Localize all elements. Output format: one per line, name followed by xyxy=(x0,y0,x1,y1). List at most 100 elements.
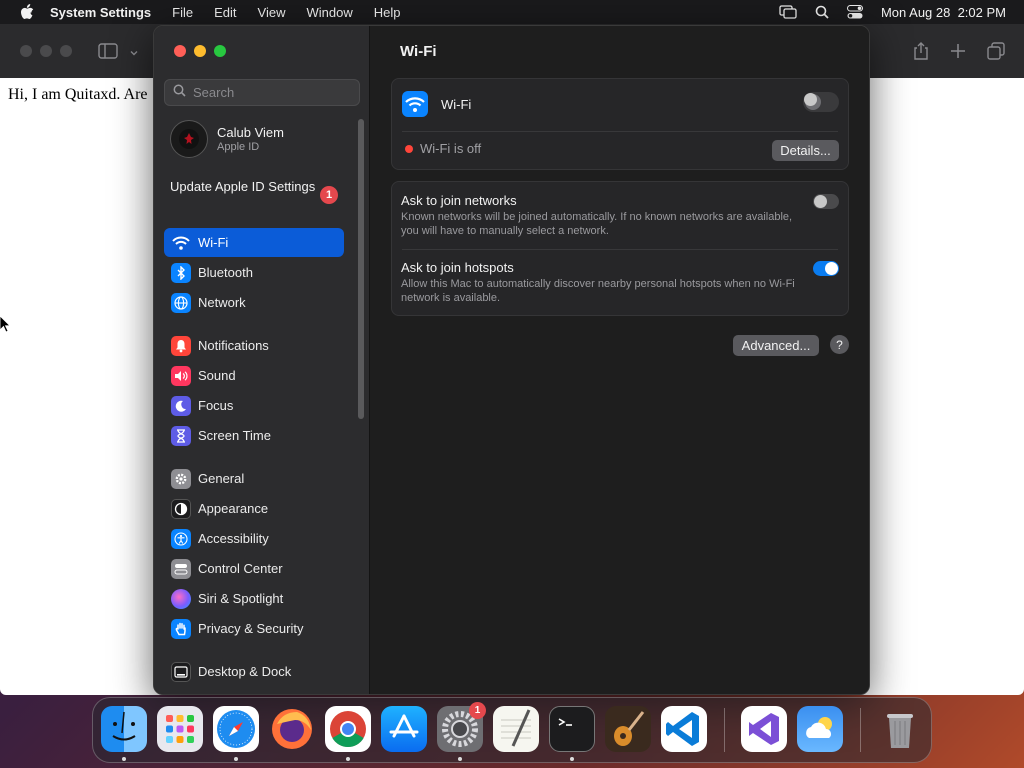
dock-separator xyxy=(860,708,861,752)
update-apple-id-settings[interactable]: Update Apple ID Settings xyxy=(170,179,338,195)
ask-hotspots-toggle[interactable] xyxy=(813,261,839,276)
siri-icon xyxy=(171,588,191,609)
menu-view[interactable]: View xyxy=(258,5,286,20)
system-settings-badge: 1 xyxy=(469,702,486,719)
screen-mirroring-icon[interactable] xyxy=(779,5,797,19)
textedit-icon[interactable] xyxy=(493,706,539,752)
sidebar-item-focus[interactable]: Focus xyxy=(164,391,344,420)
sidebar-item-label: Control Center xyxy=(198,561,283,576)
sidebar-item-desktop-dock[interactable]: Desktop & Dock xyxy=(164,657,344,686)
search-input[interactable] xyxy=(193,85,353,100)
menubar-clock[interactable]: Mon Aug 28 2:02 PM xyxy=(881,5,1006,20)
visual-studio-icon[interactable] xyxy=(741,706,787,752)
wifi-settings-pane: Wi-Fi Wi-Fi Wi-Fi is off Details... Ask … xyxy=(370,26,869,694)
sidebar-item-accessibility[interactable]: Accessibility xyxy=(164,524,344,553)
bluetooth-icon xyxy=(171,262,191,283)
sidebar-item-label: Wi-Fi xyxy=(198,235,229,250)
sidebar-item-notifications[interactable]: Notifications xyxy=(164,331,344,360)
sidebar-item-label: Sound xyxy=(198,368,236,383)
sidebar-item-appearance[interactable]: Appearance xyxy=(164,494,344,523)
minimize-button[interactable] xyxy=(194,45,206,57)
sidebar-item-network[interactable]: Network xyxy=(164,288,344,317)
running-indicator xyxy=(346,757,350,761)
account-subtitle: Apple ID xyxy=(217,141,260,153)
chevron-down-icon[interactable] xyxy=(129,45,139,63)
sidebar-item-privacy-security[interactable]: Privacy & Security xyxy=(164,614,344,643)
browser-close-button[interactable] xyxy=(20,45,32,57)
speaker-icon xyxy=(171,365,191,386)
search-icon xyxy=(173,84,186,102)
sidebar-item-label: Screen Time xyxy=(198,428,271,443)
ask-hotspots-title: Ask to join hotspots xyxy=(401,260,514,275)
chrome-icon[interactable] xyxy=(325,706,371,752)
control-center-icon[interactable] xyxy=(846,5,863,19)
sidebar-item-siri-spotlight[interactable]: Siri & Spotlight xyxy=(164,584,344,613)
control-center-icon xyxy=(171,558,191,579)
apple-icon[interactable] xyxy=(20,4,36,20)
sidebar-item-label: Bluetooth xyxy=(198,265,253,280)
sidebar-item-bluetooth[interactable]: Bluetooth xyxy=(164,258,344,287)
bell-icon xyxy=(171,335,191,356)
launchpad-icon[interactable] xyxy=(157,706,203,752)
hand-icon xyxy=(171,618,191,639)
gear-icon xyxy=(171,468,191,489)
garageband-icon[interactable] xyxy=(605,706,651,752)
browser-zoom-button[interactable] xyxy=(60,45,72,57)
sidebar-item-label: Privacy & Security xyxy=(198,621,304,636)
trash-icon[interactable] xyxy=(877,706,923,752)
search-field[interactable] xyxy=(164,79,360,106)
menu-help[interactable]: Help xyxy=(374,5,401,20)
share-icon[interactable] xyxy=(912,41,930,66)
wifi-toggle[interactable] xyxy=(803,92,839,112)
apple-id-account[interactable]: Calub Viem Apple ID xyxy=(170,120,284,158)
wifi-status-card: Wi-Fi Wi-Fi is off Details... xyxy=(391,78,849,170)
appearance-icon xyxy=(171,498,191,519)
running-indicator xyxy=(122,757,126,761)
ask-networks-toggle[interactable] xyxy=(813,194,839,209)
sidebar-item-wifi[interactable]: Wi-Fi xyxy=(164,228,344,257)
weather-icon[interactable] xyxy=(797,706,843,752)
browser-window-controls xyxy=(20,45,72,57)
safari-icon[interactable] xyxy=(213,706,259,752)
spotlight-search-icon[interactable] xyxy=(815,5,829,19)
account-name: Calub Viem xyxy=(217,125,284,140)
wifi-label: Wi-Fi xyxy=(441,97,472,112)
terminal-icon[interactable] xyxy=(549,706,595,752)
sidebar-item-screen-time[interactable]: Screen Time xyxy=(164,421,344,450)
sidebar-item-label: Notifications xyxy=(198,338,269,353)
app-menu[interactable]: System Settings xyxy=(50,5,151,20)
firefox-icon[interactable] xyxy=(269,706,315,752)
divider xyxy=(402,131,838,132)
details-button[interactable]: Details... xyxy=(772,140,839,161)
close-button[interactable] xyxy=(174,45,186,57)
sidebar-item-general[interactable]: General xyxy=(164,464,344,493)
dock-separator xyxy=(724,708,725,752)
sidebar-scrollbar[interactable] xyxy=(358,119,364,419)
menu-edit[interactable]: Edit xyxy=(214,5,236,20)
menu-window[interactable]: Window xyxy=(306,5,352,20)
sidebar-item-control-center[interactable]: Control Center xyxy=(164,554,344,583)
vscode-icon[interactable] xyxy=(661,706,707,752)
advanced-button[interactable]: Advanced... xyxy=(733,335,819,356)
zoom-button[interactable] xyxy=(214,45,226,57)
new-tab-icon[interactable] xyxy=(949,41,967,66)
menu-bar: System Settings File Edit View Window He… xyxy=(0,0,1024,24)
running-indicator xyxy=(570,757,574,761)
divider xyxy=(402,249,838,250)
tab-overview-icon[interactable] xyxy=(986,41,1006,66)
sidebar-item-label: Network xyxy=(198,295,246,310)
menu-file[interactable]: File xyxy=(172,5,193,20)
browser-minimize-button[interactable] xyxy=(40,45,52,57)
sidebar-item-label: Desktop & Dock xyxy=(198,664,292,679)
sidebar-item-label: General xyxy=(198,471,245,486)
sidebar-toggle-icon[interactable] xyxy=(98,43,118,64)
accessibility-icon xyxy=(171,528,191,549)
running-indicator xyxy=(234,757,238,761)
ask-to-join-card: Ask to join networks Known networks will… xyxy=(391,181,849,316)
dock: 1 xyxy=(92,697,932,763)
help-button[interactable]: ? xyxy=(830,335,849,354)
status-dot-icon xyxy=(405,145,413,153)
sidebar-item-sound[interactable]: Sound xyxy=(164,361,344,390)
app-store-icon[interactable] xyxy=(381,706,427,752)
finder-icon[interactable] xyxy=(101,706,147,752)
